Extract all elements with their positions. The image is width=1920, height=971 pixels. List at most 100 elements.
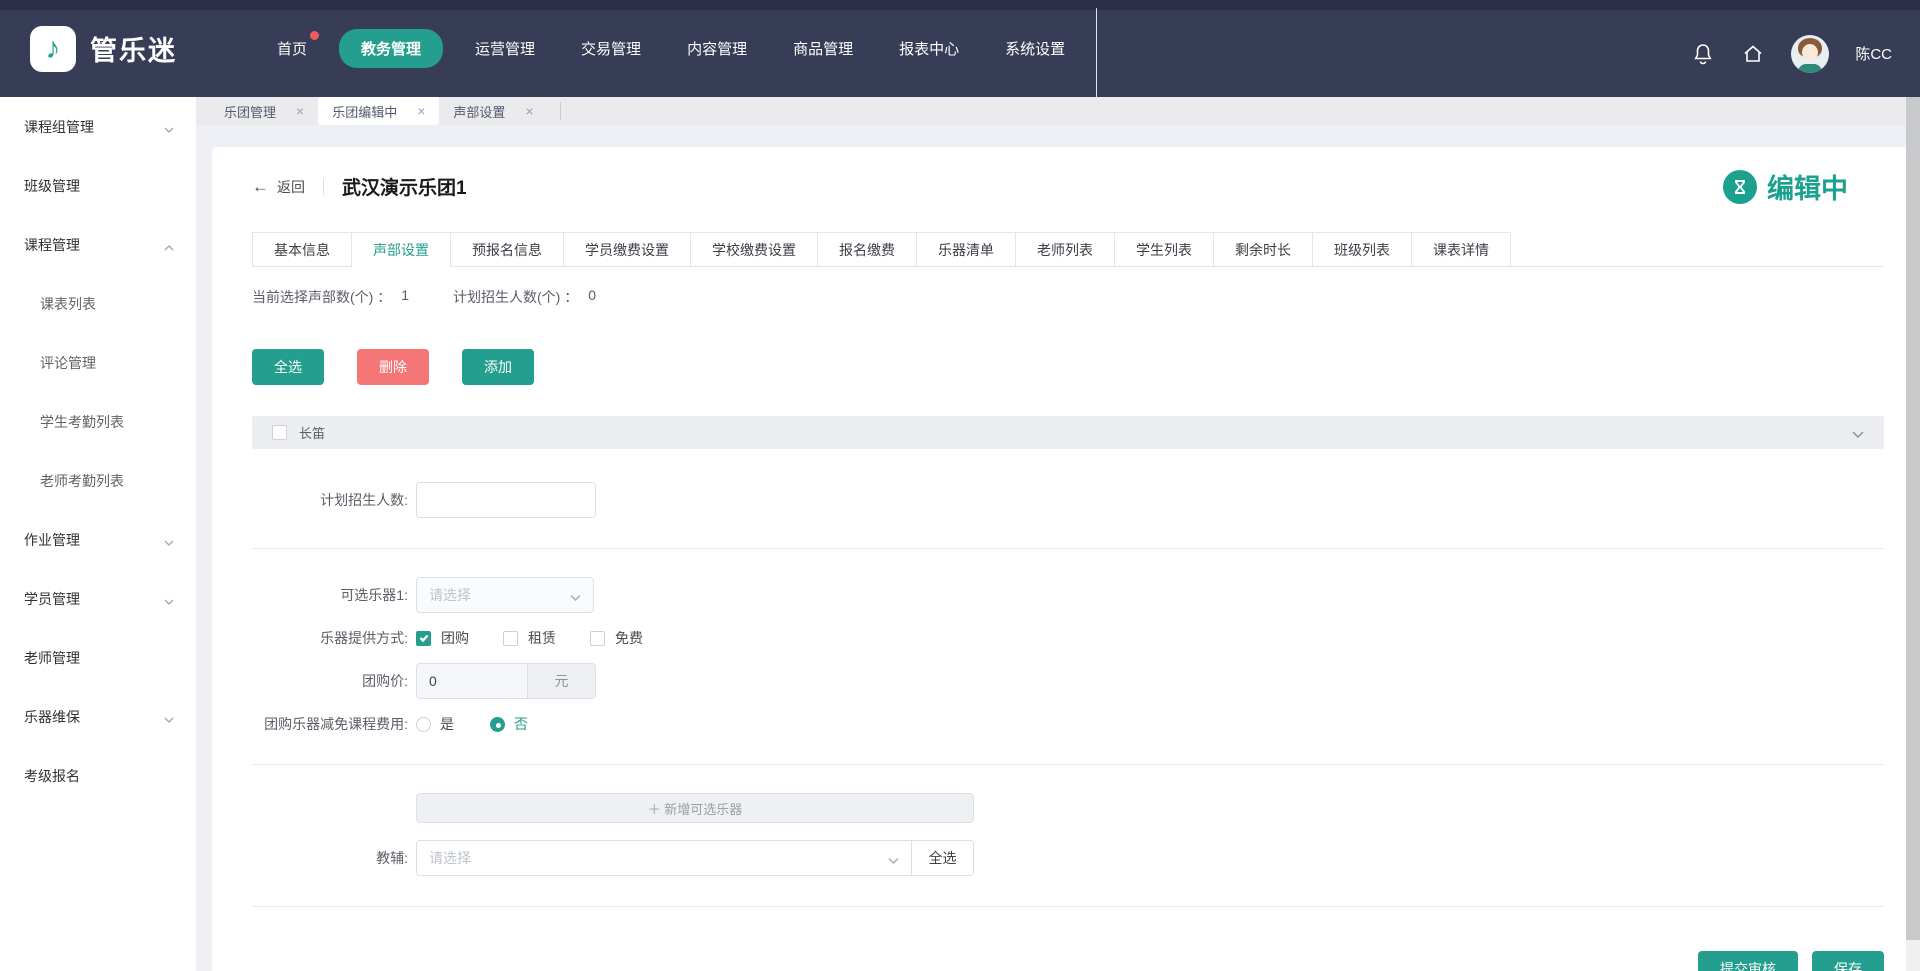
provide-mode-group: 团购 租赁 免费 [416,628,643,648]
navbar-right: 陈CC [1691,10,1892,97]
part-checkbox[interactable] [272,425,287,440]
plan-students-label: 计划招生人数(个) ： [453,287,578,307]
group-price-input[interactable] [417,664,527,698]
sidebar: 课程组管理 班级管理 课程管理 课表列表 评论管理 学生考勤列表 老师考勤列表 … [0,97,196,971]
open-tab-orchestra-mgmt[interactable]: 乐团管理 × [210,97,318,125]
back-button[interactable]: ← 返回 [252,177,305,197]
plan-students-value: 0 [588,287,596,307]
sidebar-item-teachers[interactable]: 老师管理 [0,628,196,687]
radio-selected-icon[interactable] [490,717,505,732]
window-scrollbar-thumb[interactable] [1906,97,1920,940]
home-icon[interactable] [1741,42,1765,66]
sidebar-item-label: 评论管理 [40,353,96,373]
bell-icon[interactable] [1691,42,1715,66]
sidebar-item-students[interactable]: 学员管理 [0,569,196,628]
instrument-select[interactable]: 请选择 [416,577,594,613]
radio-no[interactable]: 否 [490,714,528,734]
window-scrollbar-track [1906,97,1920,971]
tab-voice-settings[interactable]: 声部设置 [352,232,451,267]
sidebar-item-exam-registration[interactable]: 考级报名 [0,746,196,805]
add-instrument-button[interactable]: ＋ 新增可选乐器 [416,793,974,823]
close-icon[interactable]: × [296,103,304,119]
waive-fee-label: 团购乐器减免课程费用: [252,714,408,734]
avatar[interactable] [1791,35,1829,73]
open-tab-orchestra-editing[interactable]: 乐团编辑中 × [318,97,439,125]
sidebar-item-courses[interactable]: 课程管理 [0,215,196,274]
plan-students-input[interactable] [416,482,596,518]
instrument-select-placeholder: 请选择 [429,585,471,605]
tab-pre-registration[interactable]: 预报名信息 [451,232,564,267]
back-label: 返回 [277,177,305,197]
teaching-aid-select-all-button[interactable]: 全选 [911,841,973,875]
sidebar-item-course-groups[interactable]: 课程组管理 [0,97,196,156]
footer-actions: 提交审核 保存 [252,951,1884,971]
submit-review-button[interactable]: 提交审核 [1698,951,1798,971]
main-area: 乐团管理 × 乐团编辑中 × 声部设置 × ← 返回 武汉演示乐团1 [196,97,1920,971]
page-header: ← 返回 武汉演示乐团1 编辑中 [252,167,1884,206]
sidebar-item-instrument-maintenance[interactable]: 乐器维保 [0,687,196,746]
tab-student-payment-settings[interactable]: 学员缴费设置 [564,232,691,267]
menu-item-academic[interactable]: 教务管理 [339,29,443,68]
top-navbar: ♪ 管乐迷 首页 教务管理 运营管理 交易管理 内容管理 商品管理 报表中心 系… [0,0,1920,97]
checkbox-checked-icon[interactable] [416,631,431,646]
checkbox-unchecked-icon[interactable] [590,631,605,646]
checkbox-group-buy[interactable]: 团购 [416,628,469,648]
sidebar-item-classes[interactable]: 班级管理 [0,156,196,215]
open-tab-label: 声部设置 [453,102,505,121]
part-form: 计划招生人数: 可选乐器1: 请选择 乐器提供方式: [252,482,1884,971]
stats-row: 当前选择声部数(个) ： 1 计划招生人数(个) ： 0 [252,287,1884,307]
teaching-aid-select[interactable]: 请选择 [417,841,911,875]
sidebar-item-comment-mgmt[interactable]: 评论管理 [0,333,196,392]
tab-school-payment-settings[interactable]: 学校缴费设置 [691,232,818,267]
add-button[interactable]: 添加 [462,349,534,385]
menu-item-products[interactable]: 商品管理 [779,29,867,68]
menu-item-operations[interactable]: 运营管理 [461,29,549,68]
part-accordion-header[interactable]: 长笛 [252,416,1884,449]
checkbox-unchecked-icon[interactable] [503,631,518,646]
menu-item-transactions[interactable]: 交易管理 [567,29,655,68]
tab-registration-payment[interactable]: 报名缴费 [818,232,917,267]
delete-button[interactable]: 删除 [357,349,429,385]
close-icon[interactable]: × [525,103,533,119]
tab-teacher-list[interactable]: 老师列表 [1016,232,1115,267]
status-text: 编辑中 [1767,167,1848,206]
tab-student-list[interactable]: 学生列表 [1115,232,1214,267]
tab-instrument-list[interactable]: 乐器清单 [917,232,1016,267]
hourglass-icon [1723,170,1757,204]
select-all-button[interactable]: 全选 [252,349,324,385]
chevron-down-icon [164,122,174,132]
chevron-down-icon[interactable] [1852,427,1864,439]
tab-schedule-detail[interactable]: 课表详情 [1412,232,1511,267]
user-name[interactable]: 陈CC [1855,43,1892,64]
close-icon[interactable]: × [417,103,425,119]
sidebar-item-teacher-attendance[interactable]: 老师考勤列表 [0,451,196,510]
checkbox-rental[interactable]: 租赁 [503,628,556,648]
app-logo[interactable]: ♪ 管乐迷 [30,26,177,72]
sidebar-item-schedule-list[interactable]: 课表列表 [0,274,196,333]
radio-yes[interactable]: 是 [416,714,454,734]
sidebar-item-homework[interactable]: 作业管理 [0,510,196,569]
sidebar-item-label: 作业管理 [24,530,80,550]
sidebar-item-student-attendance[interactable]: 学生考勤列表 [0,392,196,451]
menu-item-home[interactable]: 首页 [263,29,321,68]
tab-remaining-hours[interactable]: 剩余时长 [1214,232,1313,267]
radio-unselected-icon[interactable] [416,717,431,732]
checkbox-label: 团购 [441,628,469,648]
back-arrow-icon: ← [252,177,269,197]
teaching-aid-group: 请选择 全选 [416,840,974,876]
toolbar: 全选 删除 添加 [252,349,1884,385]
sidebar-item-label: 课表列表 [40,294,96,314]
tab-class-list[interactable]: 班级列表 [1313,232,1412,267]
header-divider [323,179,324,195]
checkbox-label: 租赁 [528,628,556,648]
group-price-label: 团购价: [252,671,408,691]
sidebar-item-label: 老师管理 [24,648,80,668]
menu-item-system[interactable]: 系统设置 [991,29,1079,68]
checkbox-free[interactable]: 免费 [590,628,643,648]
tab-basic-info[interactable]: 基本信息 [252,232,352,267]
open-tab-voice-settings[interactable]: 声部设置 × [439,97,547,125]
sidebar-item-label: 乐器维保 [24,707,80,727]
save-button[interactable]: 保存 [1812,951,1884,971]
menu-item-reports[interactable]: 报表中心 [885,29,973,68]
menu-item-content[interactable]: 内容管理 [673,29,761,68]
